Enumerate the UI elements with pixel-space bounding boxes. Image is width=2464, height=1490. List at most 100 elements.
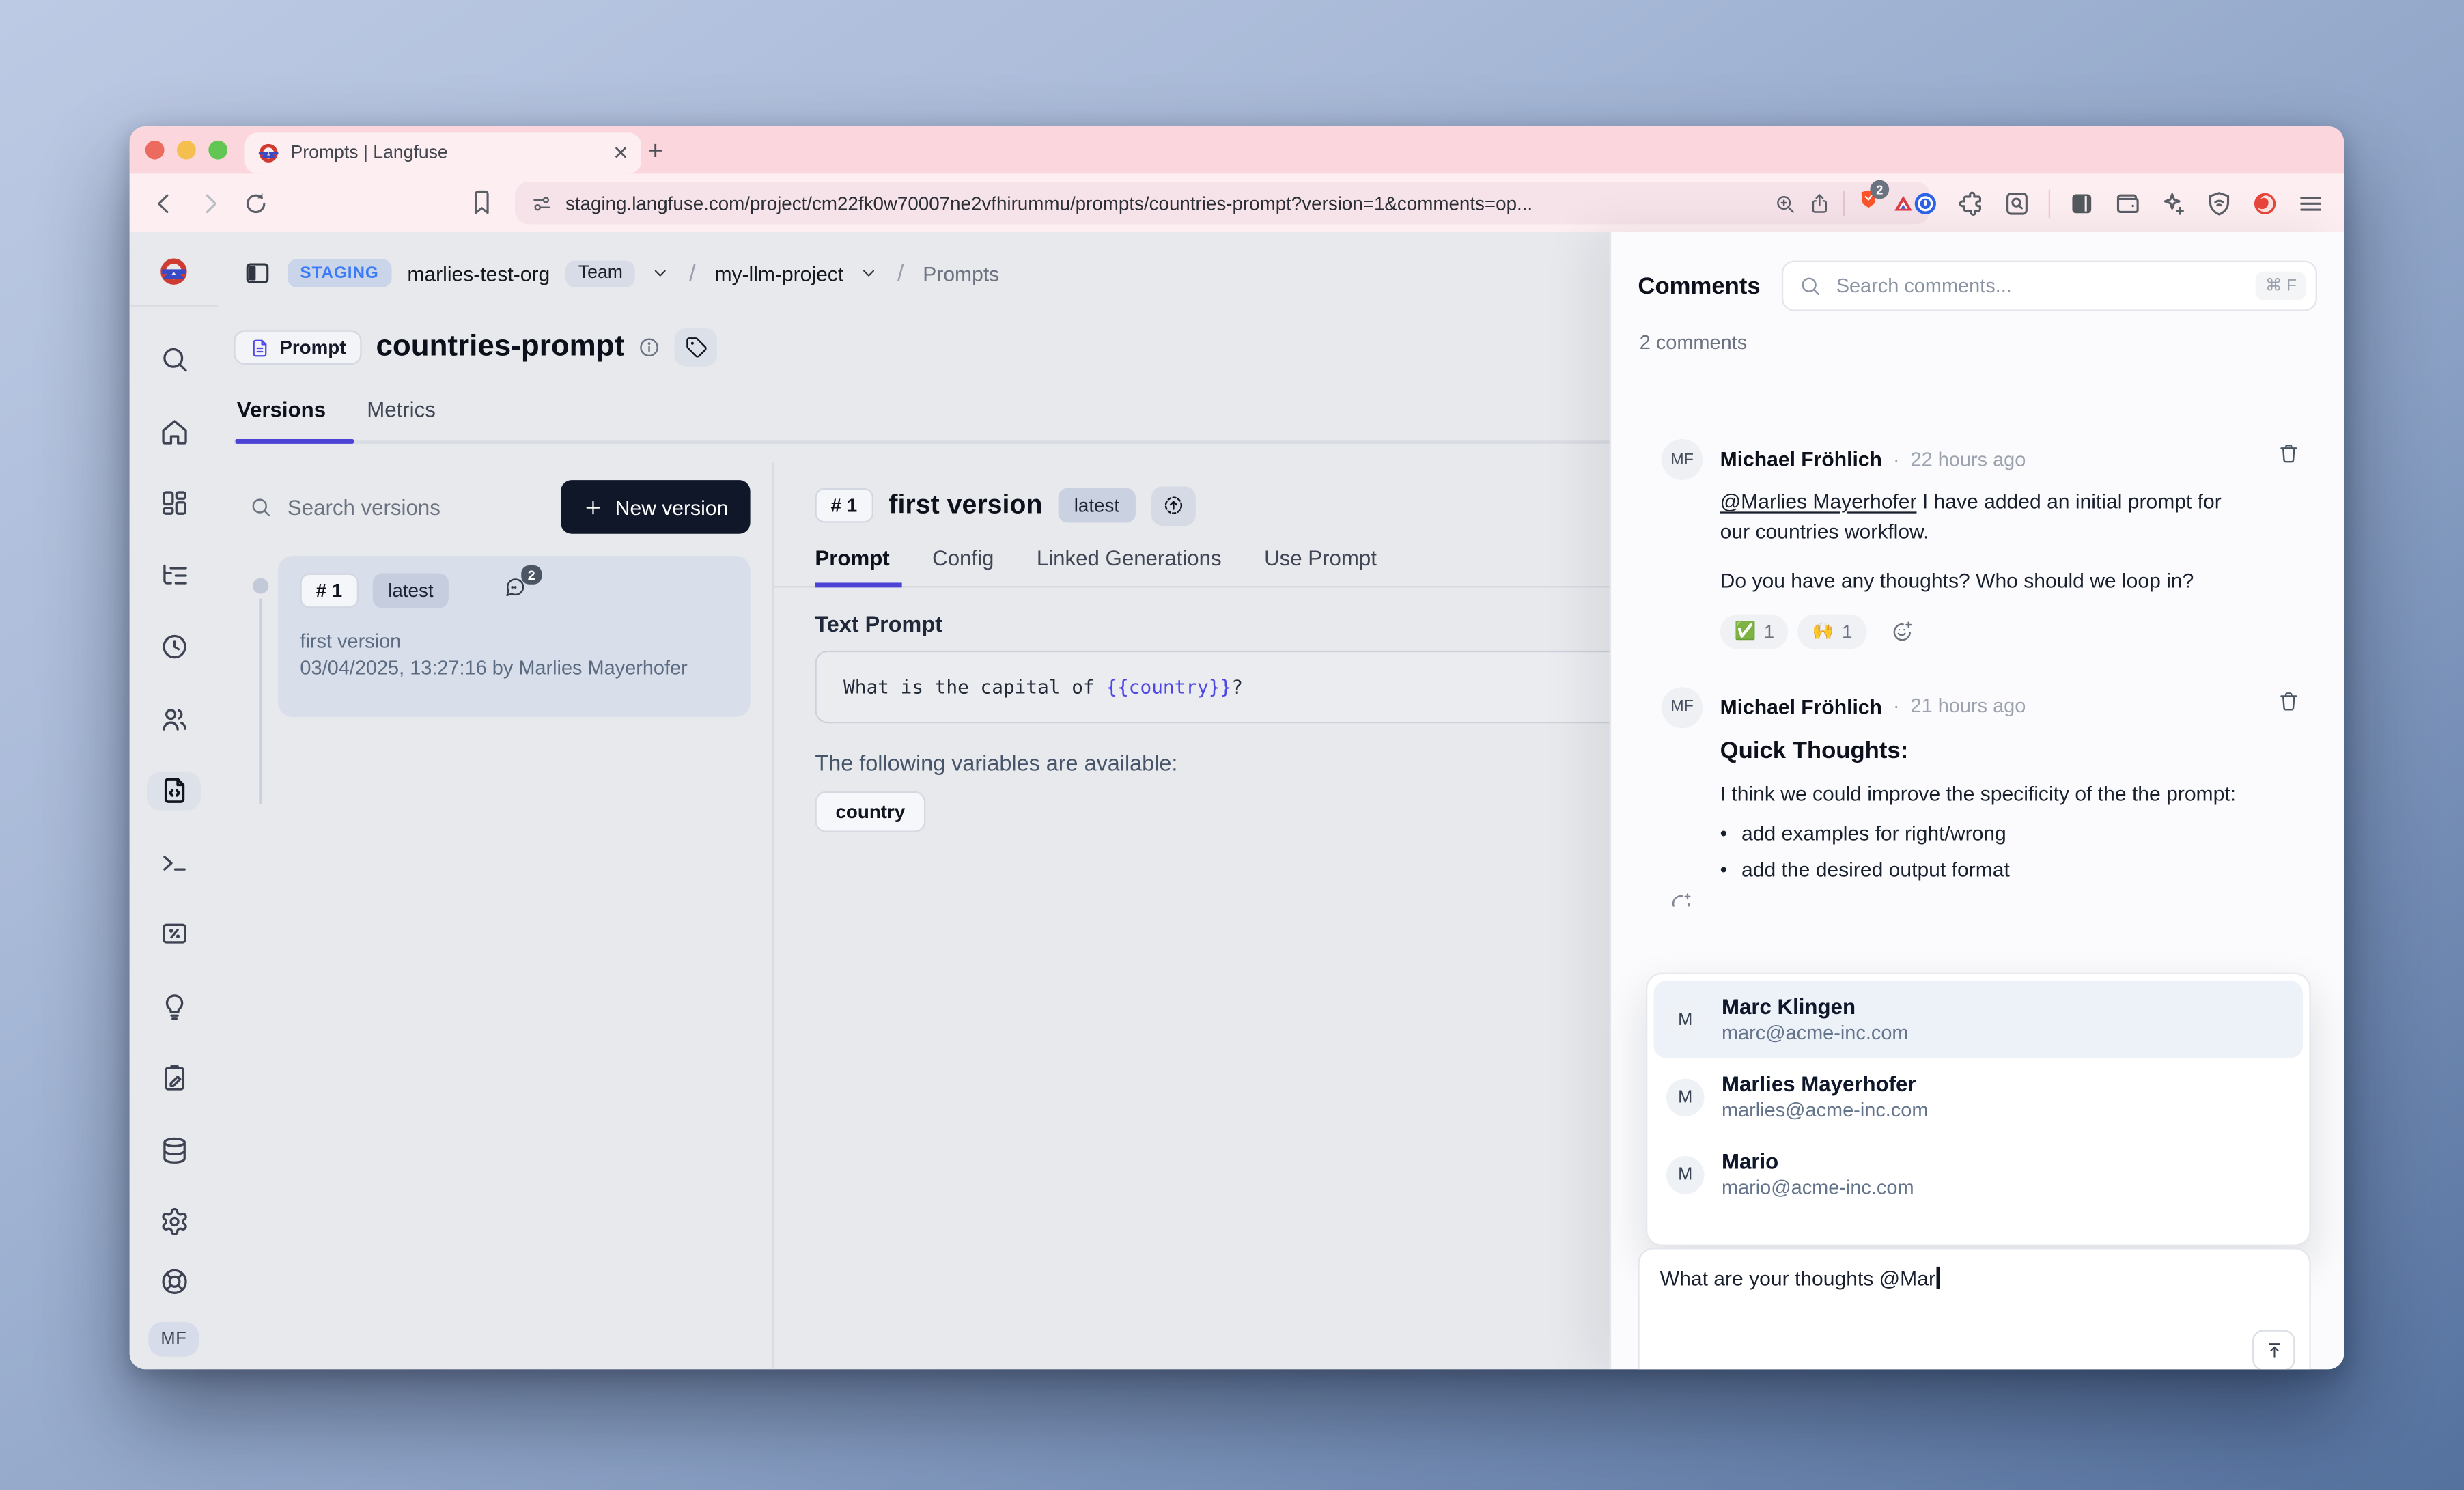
dashboard-icon [158,488,188,518]
firewall-icon[interactable] [2251,188,2280,217]
tag-button[interactable] [675,328,717,367]
delete-comment-icon[interactable] [2278,442,2299,464]
add-reaction-button[interactable] [1890,620,1912,642]
submit-comment-button[interactable] [2252,1330,2295,1369]
brave-shield-button[interactable]: 2 [1858,188,1879,218]
tab-metrics[interactable]: Metrics [367,398,436,440]
sidebar-item-users[interactable] [147,701,201,737]
info-icon[interactable] [639,337,660,359]
reader-mode-icon[interactable] [2003,188,2032,217]
zoom-window-button[interactable] [208,141,227,160]
reaction-count: 1 [1764,620,1774,642]
sidebar-item-settings[interactable] [147,1204,201,1241]
comment-item: MF Michael Fröhlich · 21 hours ago Quick… [1662,694,2299,881]
page-title: countries-prompt [376,330,624,365]
timeline-line [259,599,262,804]
timeline-dot [253,578,268,593]
mention-option[interactable]: M Mario mario@acme-inc.com [1654,1136,2304,1213]
forward-icon[interactable] [196,188,225,217]
avatar: MF [1662,686,1703,727]
home-icon [158,417,188,447]
reaction-count: 1 [1842,620,1852,642]
versions-panel: New version # 1 latest 2 [218,463,772,1370]
sidebar-item-search[interactable] [147,341,201,378]
menu-hamburger-icon[interactable] [2297,188,2325,217]
sidebar-item-judge[interactable] [147,988,201,1025]
breadcrumb-org[interactable]: marlies-test-org [407,262,550,285]
sidebar-item-annotation[interactable] [147,1060,201,1097]
sidebar-item-datasets[interactable] [147,1131,201,1168]
close-tab-icon[interactable]: ✕ [613,143,628,163]
bookmark-icon[interactable] [468,188,496,216]
tab-use-prompt[interactable]: Use Prompt [1264,546,1377,586]
chevron-down-icon[interactable] [859,264,878,283]
mention-email: mario@acme-inc.com [1722,1177,1914,1198]
search-icon [249,496,271,518]
promote-version-button[interactable] [1151,486,1195,525]
versions-search-input[interactable] [284,494,464,520]
breadcrumb-project[interactable]: my-llm-project [714,262,843,285]
evaluation-icon [158,920,188,950]
new-tab-button[interactable]: + [647,136,663,167]
comment-author: Michael Fröhlich [1720,694,1882,718]
back-icon[interactable] [150,188,179,217]
breadcrumb-separator: / [894,259,907,286]
prompt-file-icon [249,337,270,358]
comment-input[interactable]: What are your thoughts @Mar [1638,1248,2310,1369]
new-version-button[interactable]: New version [561,480,750,534]
site-settings-icon[interactable] [531,192,552,214]
reaction-pill[interactable]: 🙌 1 [1798,614,1866,649]
comments-search[interactable]: ⌘ F [1781,261,2317,311]
panel-left-icon[interactable] [243,259,272,287]
add-reaction-button[interactable] [1670,892,2344,906]
mention-email: marc@acme-inc.com [1722,1022,1909,1043]
chevron-down-icon[interactable] [652,264,671,283]
desktop: Prompts | Langfuse ✕ + staging.langfuse.… [0,0,2464,1490]
sidebar-item-home[interactable] [147,412,201,449]
sidebar-item-evaluation[interactable] [147,916,201,953]
versions-search[interactable] [240,494,549,520]
active-tab-underline [236,439,354,444]
mention-option[interactable]: M Marlies Mayerhofer marlies@acme-inc.co… [1654,1058,2304,1136]
leo-ai-sparkles-icon[interactable] [2159,188,2188,217]
url-text[interactable]: staging.langfuse.com/project/cm22fk0w700… [565,192,1761,214]
vpn-shield-icon[interactable] [2205,188,2234,217]
password-manager-icon[interactable] [1912,188,1940,217]
comments-drawer: Comments ⌘ F 2 comments MF Michael Fröhl… [1610,232,2344,1369]
delete-comment-icon[interactable] [2278,690,2299,712]
sidebar-item-playground[interactable] [147,844,201,881]
wallet-icon[interactable] [2114,188,2142,217]
comments-indicator[interactable]: 2 [505,576,527,606]
reaction-pill[interactable]: ✅ 1 [1720,614,1789,649]
sidebar-toggle-icon[interactable] [2067,188,2096,217]
sidebar-item-tracing[interactable] [147,557,201,593]
comments-search-input[interactable] [1833,273,2243,298]
tab-linked-generations[interactable]: Linked Generations [1037,546,1222,586]
browser-tabstrip: Prompts | Langfuse ✕ + [130,126,2344,173]
address-bar[interactable]: staging.langfuse.com/project/cm22fk0w700… [515,182,1930,224]
lightbulb-icon [158,992,188,1022]
minimize-window-button[interactable] [177,141,196,160]
browser-tab[interactable]: Prompts | Langfuse ✕ [244,132,641,173]
sidebar-item-dashboards[interactable] [147,485,201,522]
user-avatar[interactable]: MF [148,1322,199,1356]
sidebar-item-sessions[interactable] [147,628,201,665]
comment-time: 22 hours ago [1911,448,2026,470]
mention-option[interactable]: M Marc Klingen marc@acme-inc.com [1654,981,2304,1058]
comment-item: MF Michael Fröhlich · 22 hours ago @Marl… [1662,447,2299,649]
version-list-item[interactable]: # 1 latest 2 first version 03/04/2025, 1… [278,556,751,717]
tab-config[interactable]: Config [932,546,994,586]
comment-input-value: What are your thoughts @Mar [1660,1267,1935,1291]
tab-prompt[interactable]: Prompt [815,546,889,586]
tab-versions[interactable]: Versions [237,398,326,440]
reload-icon[interactable] [242,188,270,217]
browser-window: Prompts | Langfuse ✕ + staging.langfuse.… [130,126,2344,1369]
share-icon[interactable] [1808,192,1830,214]
sidebar-item-prompts[interactable] [147,772,201,809]
breadcrumb-section[interactable]: Prompts [923,262,999,285]
mention-link[interactable]: @Marlies Mayerhofer [1720,490,1917,514]
sidebar-item-support[interactable] [147,1263,201,1300]
zoom-page-icon[interactable] [1774,192,1795,214]
close-window-button[interactable] [145,141,165,160]
extensions-puzzle-icon[interactable] [1957,188,1986,217]
